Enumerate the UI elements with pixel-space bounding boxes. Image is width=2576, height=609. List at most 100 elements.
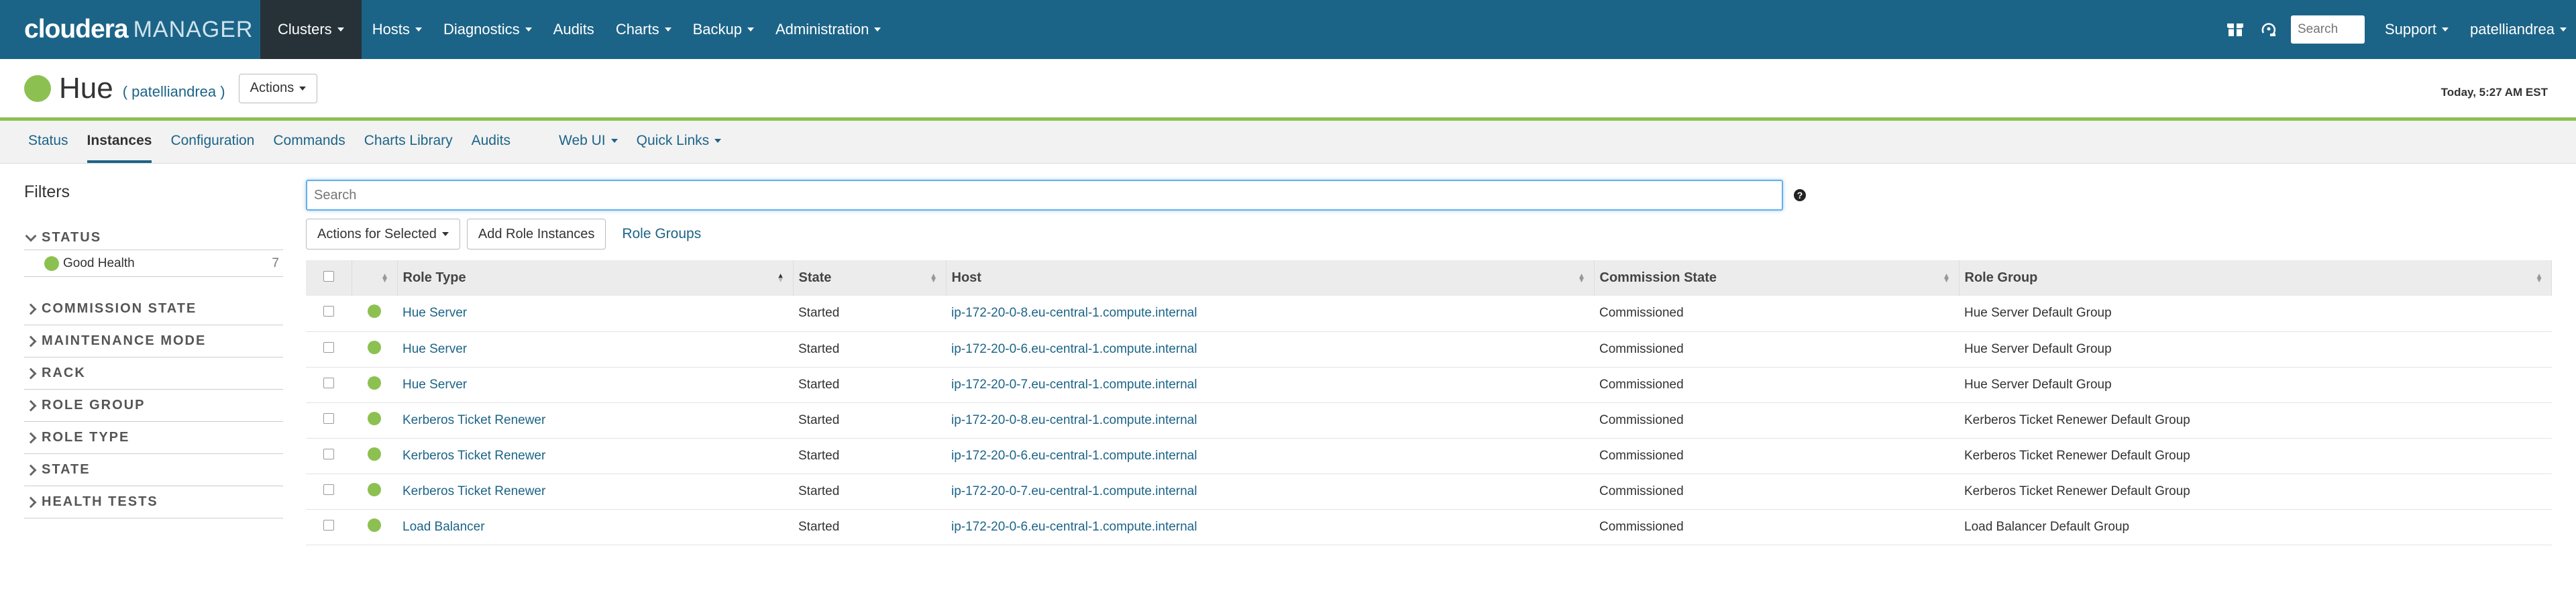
role-type-link[interactable]: Kerberos Ticket Renewer (402, 413, 545, 427)
caret-down-icon (2560, 27, 2567, 32)
nav-support[interactable]: Support (2374, 0, 2459, 59)
caret-down-icon (441, 232, 449, 236)
role-group-column-header[interactable]: Role Group ▲ ▼ (1959, 260, 2552, 296)
health-good-icon (368, 376, 381, 390)
nav-audits[interactable]: Audits (543, 0, 605, 59)
commission-state-cell: Commissioned (1599, 519, 1684, 534)
commission-state-cell: Commissioned (1599, 306, 1684, 321)
host-link[interactable]: ip-172-20-0-8.eu-central-1.compute.inter… (951, 306, 1197, 320)
role-type-link[interactable]: Hue Server (402, 378, 467, 392)
state-cell: Started (798, 412, 840, 427)
nav-hosts[interactable]: Hosts (362, 0, 433, 59)
row-checkbox[interactable] (323, 341, 334, 353)
role-type-link[interactable]: Hue Server (402, 306, 467, 320)
chevron-right-icon (25, 368, 37, 379)
nav-diagnostics-label: Diagnostics (443, 21, 520, 38)
facet-rack[interactable]: RACK (24, 357, 283, 390)
tab-status[interactable]: Status (28, 121, 68, 163)
nav-support-label: Support (2384, 21, 2437, 38)
role-type-column-header[interactable]: Role Type ▲ ▼ (397, 260, 794, 296)
instances-search-input[interactable] (306, 180, 1783, 211)
role-type-link[interactable]: Kerberos Ticket Renewer (402, 484, 545, 498)
host-column-header[interactable]: Host ▲ ▼ (946, 260, 1595, 296)
health-column-header[interactable]: ▲ ▼ (352, 260, 398, 296)
actions-for-selected-button[interactable]: Actions for Selected (306, 219, 460, 250)
main-content: Filters STATUS Good Health 7 COMMISSION … (0, 164, 2576, 545)
caret-down-icon (415, 27, 422, 32)
row-checkbox[interactable] (323, 306, 334, 317)
commission-state-column-header[interactable]: Commission State ▲ ▼ (1594, 260, 1960, 296)
caret-down-icon (874, 27, 881, 32)
chevron-right-icon (25, 464, 37, 476)
facet-status[interactable]: STATUS (24, 226, 283, 250)
current-time[interactable]: Today, 5:27 AM EST (2441, 86, 2548, 99)
caret-down-icon (525, 27, 532, 32)
row-checkbox[interactable] (323, 519, 334, 531)
role-type-link[interactable]: Hue Server (402, 342, 467, 356)
tab-commands[interactable]: Commands (273, 121, 345, 163)
sort-asc-icon: ▲ ▼ (776, 271, 785, 284)
facet-state[interactable]: STATE (24, 454, 283, 486)
tab-charts-library[interactable]: Charts Library (364, 121, 453, 163)
service-actions-label: Actions (250, 80, 294, 95)
tab-web-ui[interactable]: Web UI (559, 121, 618, 163)
service-subtabs: Status Instances Configuration Commands … (0, 121, 2576, 164)
nav-backup[interactable]: Backup (682, 0, 765, 59)
cluster-link[interactable]: patelliandrea (131, 83, 216, 100)
facet-health-tests[interactable]: HEALTH TESTS (24, 486, 283, 518)
facet-maintenance-mode[interactable]: MAINTENANCE MODE (24, 325, 283, 357)
host-link[interactable]: ip-172-20-0-6.eu-central-1.compute.inter… (951, 449, 1197, 463)
role-type-link[interactable]: Load Balancer (402, 520, 485, 534)
role-type-link[interactable]: Kerberos Ticket Renewer (402, 449, 545, 463)
global-search-input[interactable] (2290, 15, 2365, 44)
facet-value-good-health[interactable]: Good Health 7 (24, 250, 283, 277)
tab-quick-links-label: Quick Links (636, 132, 710, 148)
health-good-icon (24, 74, 51, 102)
tab-quick-links[interactable]: Quick Links (637, 121, 722, 163)
row-checkbox[interactable] (323, 448, 334, 459)
brand-logo[interactable]: cloudera MANAGER (0, 0, 260, 59)
row-checkbox[interactable] (323, 412, 334, 424)
nav-charts[interactable]: Charts (605, 0, 682, 59)
nav-audits-label: Audits (553, 21, 594, 38)
role-group-cell: Kerberos Ticket Renewer Default Group (1964, 484, 2190, 498)
caret-down-icon (610, 138, 618, 143)
host-link[interactable]: ip-172-20-0-6.eu-central-1.compute.inter… (951, 342, 1197, 356)
host-link[interactable]: ip-172-20-0-7.eu-central-1.compute.inter… (951, 378, 1197, 392)
health-good-icon (368, 447, 381, 461)
commission-state-cell: Commissioned (1599, 341, 1684, 356)
row-checkbox[interactable] (323, 377, 334, 388)
chevron-down-icon (25, 230, 37, 241)
nav-user[interactable]: patelliandrea (2459, 0, 2576, 59)
facet-role-type[interactable]: ROLE TYPE (24, 422, 283, 454)
nav-clusters[interactable]: Clusters (260, 0, 362, 59)
host-link[interactable]: ip-172-20-0-7.eu-central-1.compute.inter… (951, 484, 1197, 498)
table-header-row: ▲ ▼ Role Type ▲ ▼ State ▲ ▼ Host ▲ ▼ Commission… (306, 260, 2552, 296)
host-link[interactable]: ip-172-20-0-6.eu-central-1.compute.inter… (951, 520, 1197, 534)
tab-instances[interactable]: Instances (87, 121, 152, 163)
facet-value-label: Good Health (63, 256, 135, 270)
facet-label: ROLE GROUP (42, 398, 146, 412)
service-actions-button[interactable]: Actions (238, 73, 318, 103)
help-icon[interactable]: ? (1794, 189, 1806, 201)
state-column-header[interactable]: State ▲ ▼ (793, 260, 947, 296)
nav-diagnostics[interactable]: Diagnostics (433, 0, 543, 59)
select-all-header (306, 260, 352, 296)
nav-right: Support patelliandrea (2218, 0, 2576, 59)
facet-role-group[interactable]: ROLE GROUP (24, 390, 283, 422)
host-link[interactable]: ip-172-20-0-8.eu-central-1.compute.inter… (951, 413, 1197, 427)
running-commands-icon[interactable] (2252, 0, 2286, 59)
role-groups-link[interactable]: Role Groups (622, 226, 701, 242)
commission-state-cell: Commissioned (1599, 448, 1684, 463)
add-role-instances-button[interactable]: Add Role Instances (466, 219, 606, 250)
facet-commission-state[interactable]: COMMISSION STATE (24, 293, 283, 325)
select-all-checkbox[interactable] (323, 271, 334, 282)
caret-down-icon (747, 27, 754, 32)
nav-administration[interactable]: Administration (765, 0, 892, 59)
tab-configuration[interactable]: Configuration (170, 121, 254, 163)
row-checkbox[interactable] (323, 484, 334, 495)
state-cell: Started (798, 448, 840, 463)
tab-audits[interactable]: Audits (472, 121, 511, 163)
parcel-icon[interactable] (2218, 0, 2252, 59)
facet-label: MAINTENANCE MODE (42, 333, 207, 348)
